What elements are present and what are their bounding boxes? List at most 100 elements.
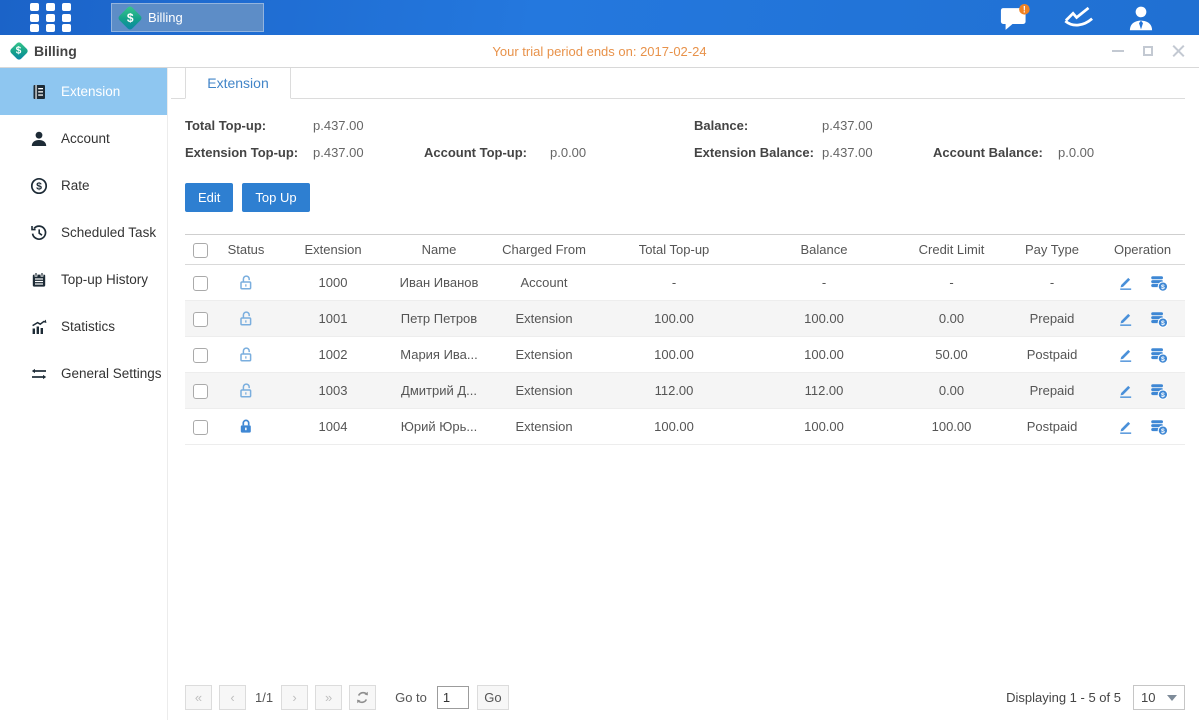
cell-extension: 1003 <box>277 373 389 409</box>
table-row: 1000 Иван Иванов Account - - - - <box>185 265 1185 301</box>
edit-row-icon[interactable] <box>1117 382 1134 399</box>
account-balance-label: Account Balance: <box>933 145 1058 160</box>
row-checkbox[interactable] <box>193 276 208 291</box>
top-up-row-icon[interactable]: $ <box>1150 274 1168 292</box>
scheduled-task-icon <box>30 224 48 242</box>
first-page-button[interactable]: « <box>185 685 212 710</box>
general-settings-icon <box>30 365 48 383</box>
sidebar-item-statistics[interactable]: Statistics <box>0 303 167 350</box>
extensions-table: Status Extension Name Charged From Total… <box>185 234 1185 445</box>
sidebar-item-rate[interactable]: $ Rate <box>0 162 167 209</box>
page-size-value: 10 <box>1141 690 1155 705</box>
cell-name: Петр Петров <box>389 301 489 337</box>
top-up-row-icon[interactable]: $ <box>1150 346 1168 364</box>
extension-topup-label: Extension Top-up: <box>185 145 313 160</box>
billing-summary: Total Top-up: p.437.00 Balance: p.437.00… <box>185 118 1185 160</box>
next-page-button[interactable]: › <box>281 685 308 710</box>
cell-total-topup: 100.00 <box>599 409 749 445</box>
extension-topup-value: p.437.00 <box>313 145 424 160</box>
refresh-button[interactable] <box>349 685 376 710</box>
svg-text:$: $ <box>1161 320 1165 327</box>
row-checkbox[interactable] <box>193 312 208 327</box>
top-up-row-icon[interactable]: $ <box>1150 310 1168 328</box>
cell-total-topup: 100.00 <box>599 337 749 373</box>
edit-row-icon[interactable] <box>1117 310 1134 327</box>
sidebar-item-extension[interactable]: Extension <box>0 68 167 115</box>
main-menu-grid-icon[interactable] <box>30 3 74 32</box>
sidebar-item-scheduled-task[interactable]: Scheduled Task <box>0 209 167 256</box>
minimize-button[interactable] <box>1111 44 1125 58</box>
user-icon[interactable] <box>1127 5 1155 31</box>
col-pay-type: Pay Type <box>1004 235 1100 265</box>
taskbar-tab-billing[interactable]: $ Billing <box>111 3 264 32</box>
account-balance-value: p.0.00 <box>1058 145 1185 160</box>
page-size-select[interactable]: 10 <box>1133 685 1185 710</box>
sidebar-item-topup-history[interactable]: Top-up History <box>0 256 167 303</box>
go-button[interactable]: Go <box>477 685 509 710</box>
cell-pay-type: - <box>1004 265 1100 301</box>
cell-charged-from: Extension <box>489 337 599 373</box>
message-icon[interactable]: ! <box>999 4 1031 31</box>
cell-total-topup: 100.00 <box>599 301 749 337</box>
refresh-icon <box>355 690 370 705</box>
goto-label: Go to <box>395 690 427 705</box>
svg-text:$: $ <box>1161 356 1165 363</box>
page-indicator: 1/1 <box>255 690 273 705</box>
last-page-button[interactable]: » <box>315 685 342 710</box>
col-status: Status <box>215 235 277 265</box>
unlocked-icon <box>237 346 255 363</box>
maximize-button[interactable] <box>1141 44 1155 58</box>
top-up-row-icon[interactable]: $ <box>1150 418 1168 436</box>
prev-page-button[interactable]: ‹ <box>219 685 246 710</box>
goto-page-input[interactable] <box>437 686 469 709</box>
edit-row-icon[interactable] <box>1117 274 1134 291</box>
locked-icon <box>237 418 255 435</box>
top-up-button[interactable]: Top Up <box>242 183 309 212</box>
window-titlebar: $ Billing Your trial period ends on: 201… <box>0 35 1199 68</box>
top-up-row-icon[interactable]: $ <box>1150 382 1168 400</box>
edit-row-icon[interactable] <box>1117 418 1134 435</box>
cell-extension: 1002 <box>277 337 389 373</box>
sidebar-item-account[interactable]: Account <box>0 115 167 162</box>
balance-value: p.437.00 <box>822 118 933 133</box>
lock-status-icon <box>237 310 255 325</box>
monitor-icon[interactable] <box>1063 5 1095 30</box>
cell-credit-limit: 0.00 <box>899 373 1004 409</box>
balance-label: Balance: <box>694 118 822 133</box>
billing-app-icon: $ <box>117 5 142 30</box>
svg-text:$: $ <box>1161 284 1165 291</box>
cell-charged-from: Extension <box>489 301 599 337</box>
row-checkbox[interactable] <box>193 348 208 363</box>
table-row: 1002 Мария Ива... Extension 100.00 100.0… <box>185 337 1185 373</box>
extension-icon <box>30 83 48 101</box>
sidebar-item-general-settings[interactable]: General Settings <box>0 350 167 397</box>
tab-extension[interactable]: Extension <box>185 68 291 99</box>
lock-status-icon <box>237 346 255 361</box>
select-all-checkbox[interactable] <box>193 243 208 258</box>
cell-pay-type: Prepaid <box>1004 301 1100 337</box>
close-button[interactable] <box>1171 44 1185 58</box>
table-row: 1004 Юрий Юрь... Extension 100.00 100.00… <box>185 409 1185 445</box>
row-checkbox[interactable] <box>193 420 208 435</box>
cell-credit-limit: 0.00 <box>899 301 1004 337</box>
col-balance: Balance <box>749 235 899 265</box>
desktop-taskbar: $ Billing ! <box>0 0 1199 35</box>
content-tabbar: Extension <box>171 68 1185 99</box>
edit-button[interactable]: Edit <box>185 183 233 212</box>
row-checkbox[interactable] <box>193 384 208 399</box>
cell-pay-type: Prepaid <box>1004 373 1100 409</box>
col-charged-from: Charged From <box>489 235 599 265</box>
extension-balance-value: p.437.00 <box>822 145 933 160</box>
billing-app-window: $ Billing ! <box>0 0 1199 720</box>
table-header-row: Status Extension Name Charged From Total… <box>185 235 1185 265</box>
edit-row-icon[interactable] <box>1117 346 1134 363</box>
table-body: 1000 Иван Иванов Account - - - - <box>185 265 1185 445</box>
topup-history-icon <box>30 271 48 289</box>
cell-balance: 100.00 <box>749 301 899 337</box>
sidebar-item-label: Account <box>61 131 110 146</box>
main-content: Extension Total Top-up: p.437.00 Balance… <box>168 68 1199 720</box>
taskbar-tab-label: Billing <box>148 10 183 25</box>
account-topup-value: p.0.00 <box>550 145 694 160</box>
unlocked-icon <box>237 274 255 291</box>
col-name: Name <box>389 235 489 265</box>
